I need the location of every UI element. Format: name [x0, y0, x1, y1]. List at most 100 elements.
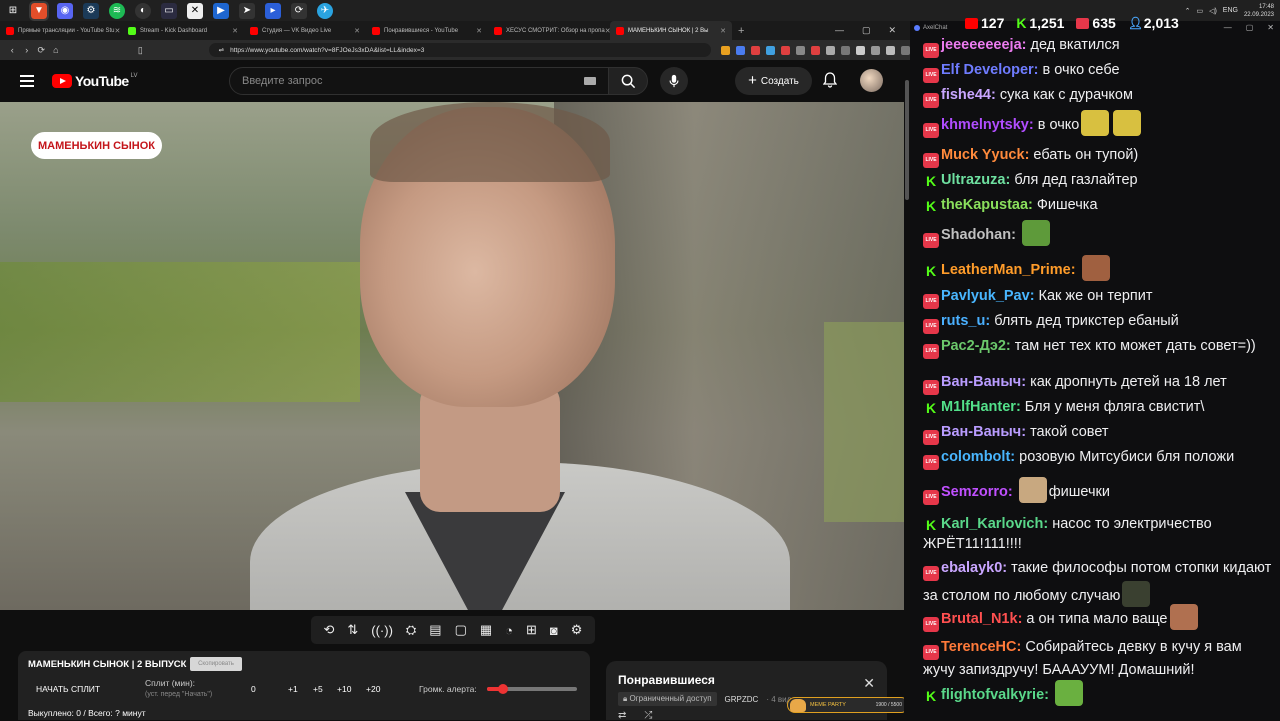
maximize-icon[interactable]: ▢: [1246, 23, 1254, 32]
extension-icon[interactable]: [796, 45, 805, 55]
windows-logo-icon[interactable]: ⊞: [5, 3, 21, 19]
screenshot-icon[interactable]: ◙: [550, 623, 558, 638]
chat-username[interactable]: jeeeeeeeeja: [941, 37, 1022, 53]
loop-playlist-icon[interactable]: ⇄: [618, 710, 626, 721]
create-button[interactable]: + Создать: [735, 67, 812, 95]
back-icon[interactable]: ‹: [6, 45, 19, 55]
tab-close-icon[interactable]: ✕: [720, 27, 726, 35]
bookmark-icon[interactable]: ▯: [134, 45, 147, 56]
chat-username[interactable]: khmelnytsky: [941, 117, 1029, 133]
tray-language[interactable]: ENG: [1223, 7, 1238, 14]
voice-search-button[interactable]: [660, 67, 688, 95]
settings-video-icon[interactable]: ⛭: [406, 622, 416, 638]
app-icon[interactable]: ➤: [239, 2, 255, 19]
extension-icon[interactable]: [886, 45, 895, 55]
chevron-up-icon[interactable]: ⌃: [1185, 7, 1191, 15]
app-icon[interactable]: ⟳: [291, 2, 307, 19]
menu-icon[interactable]: [901, 45, 910, 55]
chat-username[interactable]: M1lfHanter: [941, 399, 1016, 415]
tab-close-icon[interactable]: ✕: [354, 27, 360, 35]
account-avatar[interactable]: [860, 69, 883, 92]
playlist-title[interactable]: Понравившиеся: [618, 673, 715, 687]
extension-icon[interactable]: [721, 45, 730, 55]
chat-username[interactable]: Semzorro: [941, 484, 1008, 500]
playlist-owner[interactable]: GRPZDC: [725, 695, 759, 704]
minimize-icon[interactable]: —: [1224, 23, 1232, 32]
extension-icon[interactable]: [781, 45, 790, 55]
sort-icon[interactable]: ⇅: [347, 622, 358, 638]
fit-screen-icon[interactable]: ▦: [480, 622, 492, 638]
tab-close-icon[interactable]: ✕: [114, 27, 120, 35]
close-window-icon[interactable]: ✕: [888, 25, 896, 36]
forward-icon[interactable]: ›: [21, 45, 34, 55]
chat-username[interactable]: Ван-Ваныч: [941, 424, 1021, 440]
copy-title-button[interactable]: Скопировать: [190, 657, 242, 671]
browser-tab[interactable]: Студия — VK Видео Live ✕: [244, 21, 366, 40]
scrollbar-thumb[interactable]: [905, 80, 909, 200]
chat-username[interactable]: fishe44: [941, 87, 991, 103]
extension-icon[interactable]: [811, 45, 820, 55]
browser-tab[interactable]: Понравившиеся - YouTube ✕: [366, 21, 488, 40]
search-button[interactable]: [608, 67, 648, 95]
add-10-button[interactable]: +10: [337, 684, 351, 694]
chat-username[interactable]: Brutal_N1k: [941, 611, 1018, 627]
chat-username[interactable]: ruts_u: [941, 313, 985, 329]
obs-icon[interactable]: ◐: [135, 2, 151, 19]
telegram-icon[interactable]: ✈: [317, 2, 333, 19]
chat-username[interactable]: Pavlyuk_Pav: [941, 288, 1030, 304]
extension-icon[interactable]: [871, 45, 880, 55]
network-icon[interactable]: ▭: [1196, 7, 1203, 15]
steam-icon[interactable]: ⚙: [83, 2, 99, 19]
capcut-icon[interactable]: ✕: [187, 2, 203, 19]
chat-username[interactable]: Muck Yyuck: [941, 147, 1025, 163]
chat-username[interactable]: Shadohan: [941, 227, 1011, 243]
broadcast-icon[interactable]: ((·)): [371, 623, 393, 638]
close-window-icon[interactable]: ✕: [1267, 23, 1274, 32]
tray-clock[interactable]: 17:48 22.09.2023: [1244, 3, 1274, 19]
chat-username[interactable]: TerenceHC: [941, 639, 1016, 655]
extension-icon[interactable]: [766, 45, 775, 55]
add-1-button[interactable]: +1: [288, 684, 298, 694]
keyboard-icon[interactable]: [584, 77, 596, 85]
app-icon[interactable]: ▭: [161, 2, 177, 19]
chat-username[interactable]: Ван-Ваныч: [941, 374, 1021, 390]
chat-username[interactable]: Karl_Karlovich: [941, 516, 1043, 532]
film-icon[interactable]: ▤: [429, 622, 441, 638]
app-icon[interactable]: ▶: [213, 2, 229, 19]
notifications-bell-icon[interactable]: [822, 72, 838, 91]
maximize-icon[interactable]: ▢: [862, 25, 871, 36]
site-info-icon[interactable]: ⇌: [219, 46, 224, 54]
app-icon[interactable]: ▸: [265, 2, 281, 19]
extension-icon[interactable]: [736, 45, 745, 55]
loop-icon[interactable]: ⟲: [323, 622, 334, 638]
discord-icon[interactable]: ◉: [57, 2, 73, 19]
tab-close-icon[interactable]: ✕: [476, 27, 482, 35]
minimize-icon[interactable]: —: [835, 25, 844, 36]
alert-volume-slider[interactable]: [487, 684, 577, 694]
browser-tab[interactable]: МАМЕНЬКИН СЫНОК | 2 Вы ✕: [610, 21, 732, 40]
chat-username[interactable]: Elf Developer: [941, 62, 1034, 78]
hamburger-menu-icon[interactable]: [20, 75, 34, 87]
search-input[interactable]: Введите запрос: [229, 67, 609, 95]
alert-volume-thumb[interactable]: [498, 684, 509, 694]
chat-username[interactable]: theKapustaa: [941, 197, 1028, 213]
add-5-button[interactable]: +5: [313, 684, 323, 694]
reload-icon[interactable]: ⟳: [35, 45, 48, 56]
add-20-button[interactable]: +20: [366, 684, 380, 694]
browser-tab[interactable]: Прямые трансляции - YouTube Stu ✕: [0, 21, 122, 40]
url-bar[interactable]: ⇌ https://www.youtube.com/watch?v=8FJOeJ…: [208, 43, 711, 57]
gear-icon[interactable]: ⚙: [571, 622, 583, 638]
chat-username[interactable]: colombolt: [941, 449, 1010, 465]
add-frame-icon[interactable]: ⊞: [526, 622, 537, 638]
close-icon[interactable]: ✕: [863, 675, 875, 692]
brave-icon[interactable]: ▼: [29, 0, 49, 21]
youtube-logo[interactable]: YouTube LV: [52, 73, 138, 89]
chat-username[interactable]: flightofvalkyrie: [941, 687, 1044, 703]
chat-username[interactable]: Ultrazuza: [941, 172, 1005, 188]
aspect-ratio-icon[interactable]: ▢: [455, 622, 467, 638]
chat-username[interactable]: Рас2-Дэ2: [941, 338, 1006, 354]
speed-icon[interactable]: ◔: [505, 623, 513, 638]
video-player[interactable]: МАМЕНЬКИН СЫНОК: [0, 102, 904, 610]
extension-icon[interactable]: [751, 45, 760, 55]
extension-icon[interactable]: [841, 45, 850, 55]
